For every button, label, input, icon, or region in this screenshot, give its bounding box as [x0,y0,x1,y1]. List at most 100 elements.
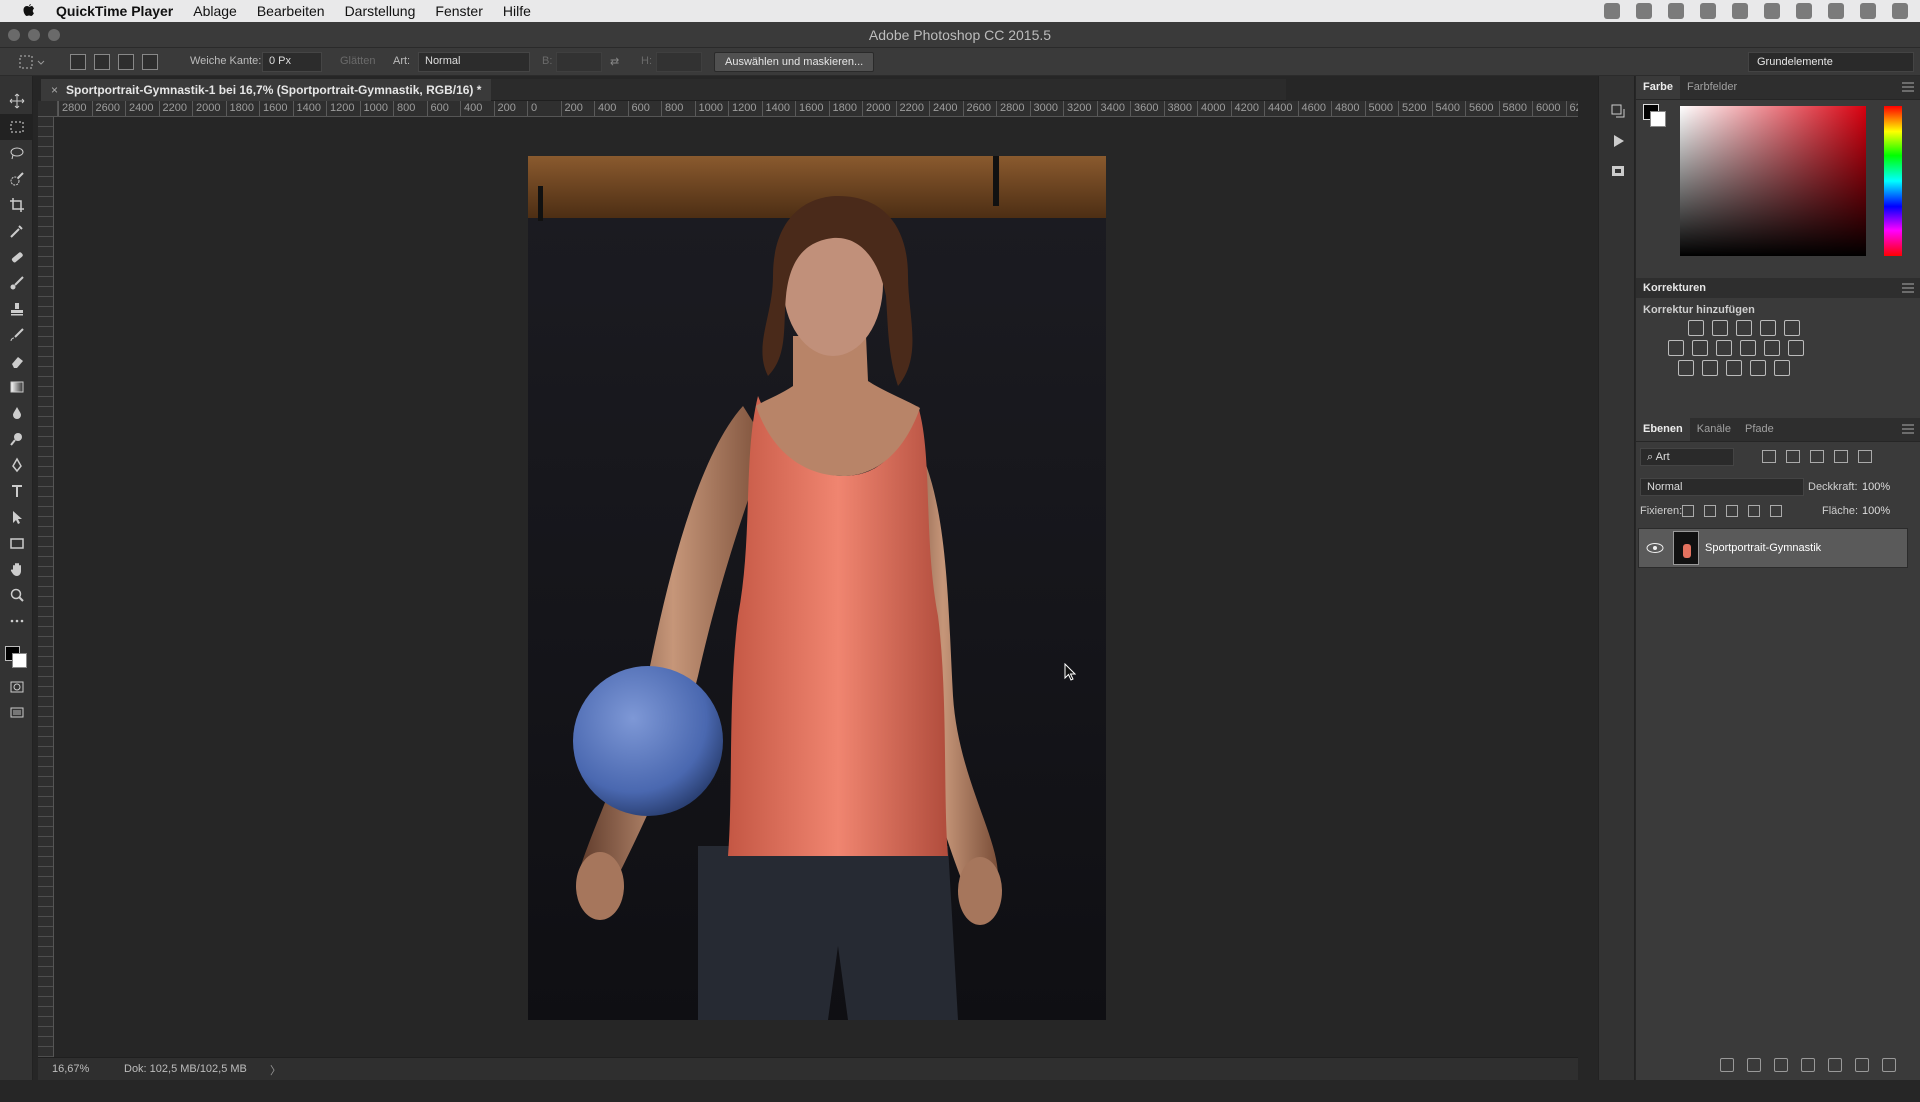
type-tool[interactable] [0,478,33,504]
curves-icon[interactable] [1736,320,1752,336]
close-document-icon[interactable]: × [51,83,58,101]
tab-pfade[interactable]: Pfade [1738,418,1781,441]
lock-pixels-icon[interactable] [1704,505,1716,517]
color-lookup-icon[interactable] [1788,340,1804,356]
threshold-icon[interactable] [1726,360,1742,376]
color-panel-swatches[interactable] [1643,104,1666,127]
horizontal-ruler[interactable]: 2800 2600 2400 2200 2000 1800 1600 1400 1200 1000… [58,101,1578,117]
lock-position-icon[interactable] [1726,505,1738,517]
delete-layer-icon[interactable] [1882,1058,1896,1072]
lock-transparency-icon[interactable] [1682,505,1694,517]
panel-menu-icon[interactable] [1902,424,1914,434]
quick-mask-button[interactable] [0,674,33,700]
apple-icon[interactable] [20,3,38,19]
vertical-ruler[interactable] [38,117,54,1057]
black-white-icon[interactable] [1716,340,1732,356]
drive-icon[interactable] [1700,3,1716,19]
filter-adjustment-icon[interactable] [1786,450,1800,463]
brightness-contrast-icon[interactable] [1688,320,1704,336]
photo-sportportrait[interactable] [528,156,1106,1020]
width-input[interactable] [556,52,602,72]
wifi-icon[interactable] [1828,3,1844,19]
zoom-level[interactable]: 16,67% [52,1063,89,1075]
more-tools-button[interactable] [0,608,33,634]
clone-stamp-tool[interactable] [0,296,33,322]
visibility-eye-icon[interactable] [1645,541,1665,555]
new-group-icon[interactable] [1828,1058,1842,1072]
hue-saturation-icon[interactable] [1668,340,1684,356]
menu-bearbeiten[interactable]: Bearbeiten [247,0,335,22]
select-and-mask-button[interactable]: Auswählen und maskieren... [714,52,875,72]
properties-panel-button[interactable] [1599,156,1636,186]
eraser-tool[interactable] [0,348,33,374]
layer-filter-select[interactable]: ⌕ Art [1640,448,1734,466]
filter-pixel-icon[interactable] [1762,450,1776,463]
panel-menu-icon[interactable] [1902,283,1914,293]
new-selection-button[interactable] [70,54,86,70]
rectangle-tool[interactable] [0,530,33,556]
menu-app-name[interactable]: QuickTime Player [48,0,183,22]
tab-ebenen[interactable]: Ebenen [1636,418,1690,441]
selective-color-icon[interactable] [1750,360,1766,376]
lasso-tool[interactable] [0,140,33,166]
bluetooth-icon[interactable] [1796,3,1812,19]
new-adjustment-icon[interactable] [1801,1058,1815,1072]
pen-tool[interactable] [0,452,33,478]
new-layer-icon[interactable] [1855,1058,1869,1072]
bg-color-swatch[interactable] [1650,111,1666,127]
antialias-checkbox[interactable]: Glätten [340,55,375,67]
hand-tool[interactable] [0,556,33,582]
tab-kanaele[interactable]: Kanäle [1690,418,1738,441]
screen-mode-button[interactable] [0,700,33,726]
add-selection-button[interactable] [94,54,110,70]
blend-mode-select[interactable]: Normal [1640,478,1804,496]
vibrance-icon[interactable] [1784,320,1800,336]
brush-icon[interactable] [1732,3,1748,19]
fill-input[interactable]: 100% [1862,505,1890,517]
menu-darstellung[interactable]: Darstellung [335,0,426,22]
menu-fenster[interactable]: Fenster [425,0,492,22]
opacity-input[interactable]: 100% [1862,481,1890,493]
filter-type-icon[interactable] [1810,450,1824,463]
channel-mixer-icon[interactable] [1764,340,1780,356]
blur-tool[interactable] [0,400,33,426]
creative-cloud-icon[interactable] [1668,3,1684,19]
gradient-map-icon[interactable] [1774,360,1790,376]
brush-tool[interactable] [0,270,33,296]
color-balance-icon[interactable] [1692,340,1708,356]
panel-menu-icon[interactable] [1902,82,1914,92]
hue-slider[interactable] [1884,106,1902,256]
actions-panel-button[interactable] [1599,126,1636,156]
menu-ablage[interactable]: Ablage [183,0,247,22]
workspace-switcher[interactable]: Grundelemente [1748,52,1914,72]
layer-name[interactable]: Sportportrait-Gymnastik [1705,542,1821,554]
posterize-icon[interactable] [1702,360,1718,376]
zoom-tool[interactable] [0,582,33,608]
move-tool[interactable] [0,88,33,114]
height-input[interactable] [656,52,702,72]
layer-row[interactable]: Sportportrait-Gymnastik [1638,528,1908,568]
tab-farbfelder[interactable]: Farbfelder [1680,76,1744,99]
path-selection-tool[interactable] [0,504,33,530]
ruler-corner[interactable] [38,101,58,117]
eyedropper-tool[interactable] [0,218,33,244]
dodge-tool[interactable] [0,426,33,452]
filter-shape-icon[interactable] [1834,450,1848,463]
filter-smart-object-icon[interactable] [1858,450,1872,463]
document-canvas[interactable] [55,118,1576,1056]
adjustments-title[interactable]: Korrekturen [1643,282,1706,294]
background-color-swatch[interactable] [12,653,27,668]
swap-dimensions-icon[interactable]: ⇄ [610,55,619,68]
feather-input[interactable]: 0 Px [262,52,322,72]
add-mask-icon[interactable] [1774,1058,1788,1072]
intersect-selection-button[interactable] [142,54,158,70]
gradient-tool[interactable] [0,374,33,400]
record-icon[interactable] [1636,3,1652,19]
menu-hilfe[interactable]: Hilfe [493,0,541,22]
quick-selection-tool[interactable] [0,166,33,192]
crop-tool[interactable] [0,192,33,218]
color-spectrum-field[interactable] [1680,106,1866,256]
status-menu-arrow-icon[interactable]: 〉 [270,1062,281,1078]
history-brush-tool[interactable] [0,322,33,348]
lock-all-icon[interactable] [1770,505,1782,517]
